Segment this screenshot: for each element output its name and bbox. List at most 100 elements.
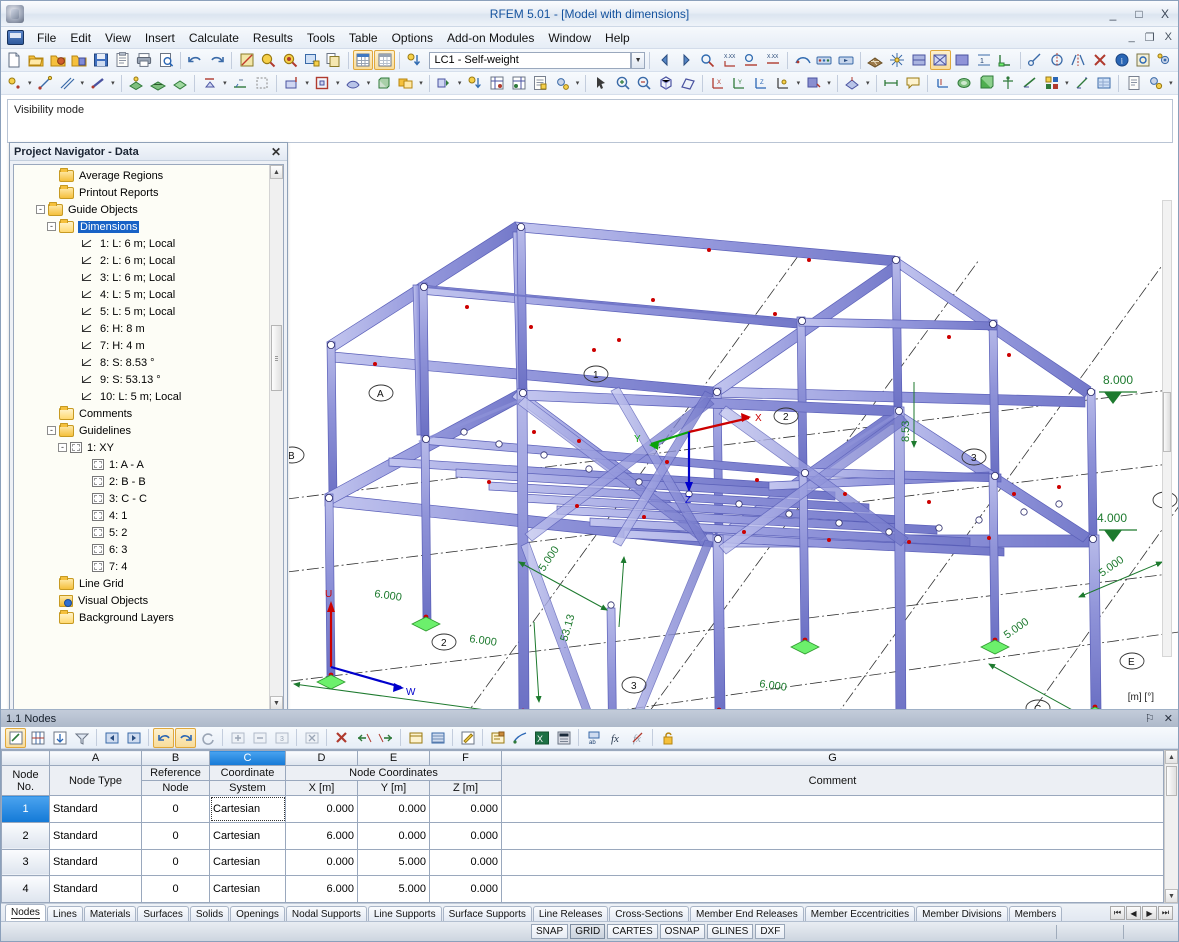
menu-item-tools[interactable]: Tools [300, 29, 342, 47]
new-solid-icon[interactable] [169, 73, 190, 93]
tree-item[interactable]: 3: L: 6 m; Local [14, 269, 269, 286]
model-viewport-3d[interactable]: X Y Z U W 6.000 6.000 6.000 5.000 5.000 … [279, 142, 1178, 709]
show-table-icon[interactable] [352, 50, 374, 70]
options-gear-icon[interactable] [552, 73, 573, 93]
table-row[interactable]: 4 Standard 0 Cartesian 6.000 5.000 0.000 [1, 875, 1164, 903]
viewport-scroll-thumb[interactable] [1163, 392, 1171, 453]
table-sort-icon[interactable] [49, 728, 70, 748]
cell-coordinate-system[interactable]: Cartesian [209, 875, 286, 903]
navigator-tree[interactable]: Average Regions Printout Reports - Guide Ob… [13, 164, 284, 709]
table-function-off-icon[interactable]: fx [627, 728, 648, 748]
cell-z[interactable]: 0.000 [429, 821, 502, 850]
zoom-out-icon[interactable] [634, 73, 655, 93]
menu-item-options[interactable]: Options [385, 29, 440, 47]
table-row[interactable]: 1 Standard 0 Cartesian 0.000 0.000 0.000 [1, 795, 1164, 823]
cell-y[interactable]: 5.000 [357, 875, 430, 903]
mesh-refine-icon[interactable] [998, 73, 1019, 93]
tree-item[interactable]: 9: S: 53.13 ° [14, 371, 269, 388]
cell-node-no[interactable]: 1 [1, 795, 50, 823]
measure-icon[interactable] [1025, 50, 1046, 70]
new-node-icon[interactable] [4, 73, 25, 93]
zoom-all-icon[interactable] [280, 50, 301, 70]
col-letter-g[interactable]: G [501, 750, 1164, 766]
tree-item[interactable]: 3: C - C [14, 490, 269, 507]
cell-node-no[interactable]: 3 [1, 848, 50, 877]
new-member-icon[interactable] [87, 73, 108, 93]
grid-scroll-thumb[interactable] [1166, 766, 1177, 796]
mdi-restore-button[interactable]: ❐ [1145, 31, 1155, 44]
sheet-tab-materials[interactable]: Materials [83, 906, 137, 921]
table-insert-row-icon[interactable] [227, 728, 248, 748]
render-model-icon[interactable] [236, 50, 257, 70]
print-icon[interactable] [134, 50, 155, 70]
cell-x[interactable]: 0.000 [285, 795, 358, 823]
status-toggle-grid[interactable]: GRID [570, 924, 606, 939]
tree-item[interactable]: 4: L: 5 m; Local [14, 286, 269, 303]
print-report-icon[interactable] [1133, 50, 1154, 70]
general-settings-icon[interactable] [1145, 73, 1166, 93]
sheet-tab-surfaces[interactable]: Surfaces [137, 906, 189, 921]
tree-expander-icon[interactable]: - [36, 205, 45, 214]
table-settings-icon[interactable] [374, 50, 395, 70]
load-case-icon[interactable] [404, 50, 425, 70]
grid-vertical-scrollbar[interactable]: ▲ ▼ [1164, 750, 1178, 903]
col-letter-blank[interactable] [1, 750, 50, 766]
clipping-plane-icon[interactable] [842, 73, 863, 93]
load-member-icon[interactable] [312, 73, 333, 93]
navigator-close-icon[interactable]: ✕ [269, 145, 283, 159]
cell-coordinate-system[interactable]: Cartesian [209, 848, 286, 877]
navigator-vertical-scrollbar[interactable]: ▲ ▼ [269, 165, 283, 709]
show-numbering-icon[interactable]: 1 [973, 50, 994, 70]
nodes-table-body[interactable]: 1 Standard 0 Cartesian 0.000 0.000 0.000 2 Stand… [1, 795, 1164, 903]
tree-item[interactable]: 8: S: 8.53 ° [14, 354, 269, 371]
cell-y[interactable]: 0.000 [357, 795, 430, 823]
sheet-tab-solids[interactable]: Solids [189, 906, 230, 921]
load-combination-dropdown[interactable]: ▾ [417, 73, 425, 93]
cell-z[interactable]: 0.000 [429, 795, 502, 823]
cell-reference-node[interactable]: 0 [141, 795, 210, 823]
nodal-support-icon[interactable] [199, 73, 220, 93]
result-value-label-icon[interactable]: X.XX [763, 50, 784, 70]
result-tables-icon[interactable] [486, 73, 507, 93]
navigator-scroll-thumb[interactable] [271, 325, 282, 391]
table-pin-icon[interactable]: ⚐ [1145, 712, 1155, 725]
comment-tool-icon[interactable] [902, 73, 923, 93]
cell-x[interactable]: 0.000 [285, 848, 358, 877]
printout-list-icon[interactable] [1123, 73, 1144, 93]
table-clear-icon[interactable] [301, 728, 322, 748]
status-toggle-osnap[interactable]: OSNAP [659, 924, 705, 939]
next-case-icon[interactable] [676, 50, 697, 70]
menu-item-results[interactable]: Results [246, 29, 300, 47]
visibility-mode-icon[interactable] [803, 73, 824, 93]
clipping-dropdown[interactable]: ▾ [864, 73, 872, 93]
new-surface-icon[interactable] [126, 73, 147, 93]
cell-node-type[interactable]: Standard [49, 875, 142, 903]
tree-item[interactable]: - Dimensions [14, 218, 269, 235]
table-delete-right-icon[interactable] [375, 728, 396, 748]
last-tab-icon[interactable]: ⏭ [1158, 906, 1173, 920]
result-grid-icon[interactable] [1094, 73, 1115, 93]
tree-item[interactable]: Background Layers [14, 609, 269, 626]
nodes-table[interactable]: A B C D E F G Node No. Node Type Referen… [1, 750, 1164, 903]
tree-item[interactable]: 7: 4 [14, 558, 269, 575]
calculate-icon[interactable] [434, 73, 455, 93]
table-link-icon[interactable] [509, 728, 530, 748]
animation-play-icon[interactable] [836, 50, 857, 70]
close-button[interactable]: X [1158, 7, 1172, 21]
tree-item[interactable]: Average Regions [14, 167, 269, 184]
menu-item-window[interactable]: Window [541, 29, 598, 47]
mdi-minimize-button[interactable]: _ [1129, 31, 1135, 44]
table-delete-all-icon[interactable] [331, 728, 352, 748]
tree-expander-icon[interactable]: - [58, 443, 67, 452]
scale-results-icon[interactable] [1072, 73, 1093, 93]
view-in-y-icon[interactable]: Y [729, 73, 750, 93]
table-abc-icon[interactable]: ab [583, 728, 604, 748]
table-delete-row-icon[interactable] [249, 728, 270, 748]
sheet-tab-member-eccentricities[interactable]: Member Eccentricities [804, 906, 916, 921]
minimize-button[interactable]: _ [1106, 7, 1120, 21]
col-letter-f[interactable]: F [429, 750, 502, 766]
zoom-in-icon[interactable] [612, 73, 633, 93]
next-tab-icon[interactable]: ▶ [1142, 906, 1157, 920]
col-letter-b[interactable]: B [141, 750, 210, 766]
table-next-icon[interactable] [123, 728, 144, 748]
